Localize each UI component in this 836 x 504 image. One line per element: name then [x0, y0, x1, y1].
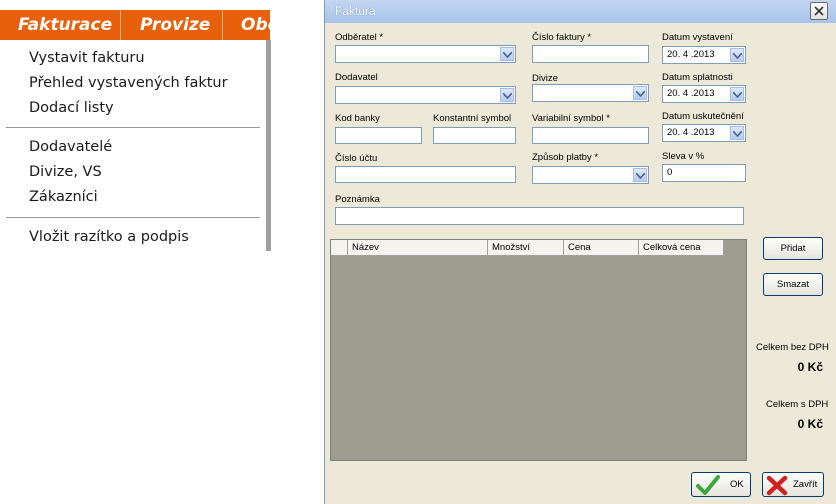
- dialog-title: Faktura: [335, 4, 376, 18]
- label-sleva: Sleva v %: [662, 151, 705, 162]
- label-datum-uskutecneni: Datum uskutečnění: [662, 111, 744, 122]
- variabilni-symbol-input[interactable]: [532, 127, 649, 144]
- datum-uskutecneni-picker[interactable]: 20. 4 .2013: [662, 124, 746, 142]
- datum-splatnosti-picker[interactable]: 20. 4 .2013: [662, 85, 746, 103]
- kod-banky-input[interactable]: [335, 127, 422, 144]
- menu-tab-separator: [120, 10, 121, 40]
- grid-column-mnozstvi[interactable]: Množství: [488, 240, 564, 255]
- label-kod-banky: Kod banky: [335, 113, 380, 124]
- label-cislo-faktury: Číslo faktury *: [532, 32, 592, 43]
- konstantni-symbol-input[interactable]: [433, 127, 516, 144]
- grid-column-nazev[interactable]: Název: [348, 240, 488, 255]
- menu-item-vlozit-razitko[interactable]: Vložit razítko a podpis: [29, 229, 189, 245]
- pridat-button[interactable]: Přidat: [763, 237, 823, 260]
- label-poznamka: Poznámka: [335, 194, 380, 205]
- cislo-faktury-input[interactable]: [532, 45, 649, 63]
- checkmark-icon: [696, 475, 720, 495]
- menu-scrollbar-edge: [266, 40, 271, 251]
- menu-tab-fakturace[interactable]: Fakturace: [18, 10, 112, 40]
- zpusob-platby-combo[interactable]: [532, 166, 649, 184]
- label-datum-vystaveni: Datum vystavení: [662, 32, 733, 43]
- grid-row-selector-header: [331, 240, 348, 255]
- grid-header: Název Množství Cena Celková cena: [331, 240, 724, 256]
- celkem-bez-dph-value: 0 Kč: [797, 360, 823, 374]
- label-konstantni-symbol: Konstantní symbol: [433, 113, 512, 124]
- dropdown-arrow-icon[interactable]: [633, 86, 647, 100]
- dropdown-arrow-icon[interactable]: [500, 88, 514, 102]
- menu-item-zakaznici[interactable]: Zákazníci: [29, 189, 98, 205]
- faktura-dialog: Faktura Odběratel * Číslo faktury * Datu…: [324, 0, 836, 504]
- dodavatel-combo[interactable]: [335, 86, 516, 104]
- menu-bar: Fakturace Provize Obě: [0, 10, 279, 40]
- celkem-s-dph-label: Celkem s DPH: [766, 399, 829, 410]
- label-zpusob-platby: Způsob platby *: [532, 152, 599, 163]
- red-x-icon: [766, 475, 788, 496]
- dialog-titlebar: Faktura: [325, 0, 836, 23]
- celkem-s-dph-value: 0 Kč: [797, 417, 823, 431]
- ok-button[interactable]: OK: [691, 472, 751, 497]
- label-dodavatel: Dodavatel: [335, 72, 378, 83]
- label-divize: Divize: [532, 73, 558, 84]
- label-variabilni-symbol: Variabilní symbol *: [532, 113, 610, 124]
- label-cislo-uctu: Číslo účtu: [335, 153, 378, 164]
- dropdown-arrow-icon[interactable]: [633, 168, 647, 182]
- grid-column-cena[interactable]: Cena: [564, 240, 639, 255]
- menu-divider: [6, 217, 260, 218]
- label-odberatel: Odběratel *: [335, 32, 384, 43]
- close-icon: [814, 6, 824, 16]
- smazat-button[interactable]: Smazat: [763, 273, 823, 296]
- celkem-bez-dph-label: Celkem bez DPH: [756, 342, 829, 353]
- dropdown-arrow-icon[interactable]: [730, 48, 744, 62]
- items-grid[interactable]: Název Množství Cena Celková cena: [330, 239, 747, 461]
- menu-item-dodavatele[interactable]: Dodavatelé: [29, 139, 112, 155]
- datum-vystaveni-value: 20. 4 .2013: [667, 49, 715, 60]
- sleva-input[interactable]: 0: [662, 164, 746, 182]
- label-datum-splatnosti: Datum splatnosti: [662, 72, 733, 83]
- dropdown-arrow-icon[interactable]: [500, 47, 514, 61]
- zavrit-button[interactable]: Zavřít: [762, 472, 824, 497]
- menu-item-prehled-faktur[interactable]: Přehled vystavených faktur: [29, 75, 228, 91]
- dropdown-arrow-icon[interactable]: [730, 126, 744, 140]
- menu-tab-separator: [222, 10, 223, 40]
- datum-uskutecneni-value: 20. 4 .2013: [667, 127, 715, 138]
- dropdown-arrow-icon[interactable]: [730, 87, 744, 101]
- datum-vystaveni-picker[interactable]: 20. 4 .2013: [662, 46, 746, 64]
- menu-item-dodaci-listy[interactable]: Dodací listy: [29, 100, 114, 116]
- menu-divider: [6, 127, 260, 128]
- cislo-uctu-input[interactable]: [335, 166, 516, 183]
- odberatel-combo[interactable]: [335, 45, 516, 63]
- zavrit-button-label: Zavřít: [793, 479, 818, 490]
- menu-item-vystavit-fakturu[interactable]: Vystavit fakturu: [29, 50, 145, 66]
- grid-column-celkova-cena[interactable]: Celková cena: [639, 240, 724, 255]
- datum-splatnosti-value: 20. 4 .2013: [667, 88, 715, 99]
- menu-item-divize-vs[interactable]: Divize, VS: [29, 164, 102, 180]
- divize-combo[interactable]: [532, 84, 649, 102]
- ok-button-label: OK: [730, 479, 744, 490]
- dropdown-menu: Vystavit fakturu Přehled vystavených fak…: [0, 40, 266, 251]
- menu-tab-provize[interactable]: Provize: [140, 10, 210, 40]
- menu-tab-obe[interactable]: Obě: [241, 10, 279, 40]
- poznamka-input[interactable]: [335, 207, 744, 225]
- close-button[interactable]: [810, 2, 828, 20]
